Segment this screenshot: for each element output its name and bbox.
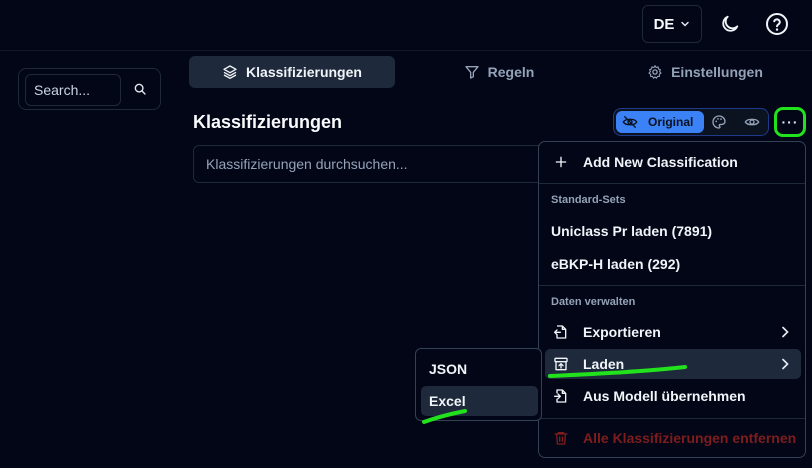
file-export-icon: [554, 325, 567, 339]
menu-item-add-classification[interactable]: Add New Classification: [545, 147, 801, 177]
archive-upload-icon: [554, 357, 568, 371]
menu-item-export[interactable]: Exportieren: [545, 317, 801, 347]
layers-icon: [223, 65, 237, 79]
tab-label: Regeln: [487, 64, 535, 80]
classification-search-input[interactable]: Klassifizierungen durchsuchen...: [193, 145, 553, 183]
menu-item-delete-all[interactable]: Alle Klassifizierungen entfernen: [545, 423, 801, 453]
load-submenu: JSON Excel: [415, 348, 542, 421]
menu-item-label: Uniclass Pr laden (7891): [551, 223, 713, 239]
tab-einstellungen[interactable]: Einstellungen: [602, 56, 808, 88]
page-title: Klassifizierungen: [193, 112, 343, 132]
tab-label: Klassifizierungen: [246, 64, 362, 80]
menu-item-import-from-model[interactable]: Aus Modell übernehmen: [545, 381, 801, 411]
original-view-button[interactable]: Original: [616, 111, 704, 133]
options-menu: Add New Classification Standard-Sets Uni…: [538, 141, 806, 458]
moon-icon: [722, 15, 739, 32]
submenu-item-label: JSON: [429, 361, 468, 377]
menu-item-load[interactable]: Laden: [545, 349, 801, 379]
color-view-button[interactable]: [711, 114, 727, 135]
sidebar-search-input[interactable]: Search...: [25, 74, 121, 106]
more-options-button[interactable]: ···: [774, 107, 806, 137]
menu-divider: [539, 285, 805, 286]
menu-divider: [539, 183, 805, 184]
eye-off-icon: [622, 116, 638, 128]
tab-regeln[interactable]: Regeln: [396, 56, 602, 88]
plus-icon: [555, 156, 567, 168]
search-icon: [134, 83, 146, 95]
help-circle-icon: [766, 13, 788, 35]
filter-icon: [464, 66, 479, 79]
theme-toggle-button[interactable]: [711, 5, 749, 43]
language-label: DE: [653, 15, 675, 33]
tab-label: Einstellungen: [671, 64, 763, 80]
sidebar-search-button[interactable]: [133, 82, 147, 101]
help-button[interactable]: [758, 5, 796, 43]
menu-item-label: Alle Klassifizierungen entfernen: [583, 430, 797, 446]
menu-item-label: Add New Classification: [583, 154, 738, 170]
chevron-right-icon: [782, 326, 789, 338]
menu-divider: [539, 418, 805, 419]
chevron-down-icon: [681, 21, 690, 27]
menu-item-label: Aus Modell übernehmen: [583, 388, 746, 404]
menu-heading-manage-data: Daten verwalten: [551, 296, 636, 308]
classification-search-placeholder: Klassifizierungen durchsuchen...: [206, 156, 408, 172]
palette-icon: [712, 115, 726, 129]
menu-heading-standard-sets: Standard-Sets: [551, 194, 626, 206]
tab-bar: Klassifizierungen Regeln Einstellungen: [188, 56, 808, 88]
visibility-view-button[interactable]: [744, 114, 760, 135]
chevron-right-icon: [782, 358, 789, 370]
trash-icon: [554, 432, 568, 445]
tab-klassifizierungen[interactable]: Klassifizierungen: [189, 56, 395, 88]
file-import-icon: [554, 389, 567, 403]
sidebar: Search...: [18, 68, 161, 110]
submenu-item-label: Excel: [429, 393, 466, 409]
language-select[interactable]: DE: [642, 5, 702, 43]
submenu-item-excel[interactable]: Excel: [421, 386, 538, 416]
more-options-label: ···: [781, 114, 799, 130]
sidebar-search-placeholder: Search...: [34, 82, 91, 98]
menu-item-load-ebkp[interactable]: eBKP-H laden (292): [545, 249, 801, 279]
original-label: Original: [648, 115, 694, 129]
top-bar: DE: [0, 0, 812, 51]
menu-item-label: eBKP-H laden (292): [551, 256, 681, 272]
menu-item-load-uniclass[interactable]: Uniclass Pr laden (7891): [545, 216, 801, 246]
gear-icon: [648, 65, 662, 79]
menu-item-label: Laden: [583, 356, 625, 372]
menu-item-label: Exportieren: [583, 324, 661, 340]
eye-icon: [744, 118, 760, 126]
view-mode-toggle: Original: [613, 108, 769, 136]
submenu-item-json[interactable]: JSON: [421, 354, 538, 384]
